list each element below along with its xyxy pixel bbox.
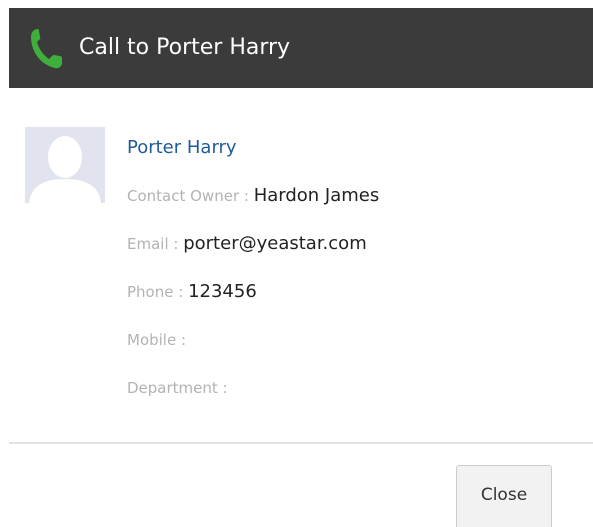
avatar [25,127,105,203]
phone-icon [29,27,63,69]
contact-owner-value: Hardon James [253,185,380,206]
email-row: Email : porter@yeastar.com [127,220,367,268]
footer-divider [9,442,593,444]
department-label: Department : [127,379,228,397]
contact-name[interactable]: Porter Harry [127,124,237,172]
contact-owner-row: Contact Owner : Hardon James [127,172,379,220]
email-value: porter@yeastar.com [183,233,367,254]
dialog-title: Call to Porter Harry [79,35,291,60]
contact-owner-label: Contact Owner : [127,187,254,205]
phone-label: Phone : [127,283,189,301]
mobile-row: Mobile : [127,316,186,364]
phone-row: Phone : 123456 [127,268,257,316]
person-silhouette-icon [25,127,105,203]
phone-value: 123456 [188,281,257,302]
mobile-label: Mobile : [127,331,187,349]
call-dialog: Call to Porter Harry Porter Harry Contac… [0,0,593,527]
department-row: Department : [127,364,228,412]
email-label: Email : [127,235,184,253]
dialog-header: Call to Porter Harry [9,8,593,88]
close-button[interactable]: Close [456,465,552,527]
